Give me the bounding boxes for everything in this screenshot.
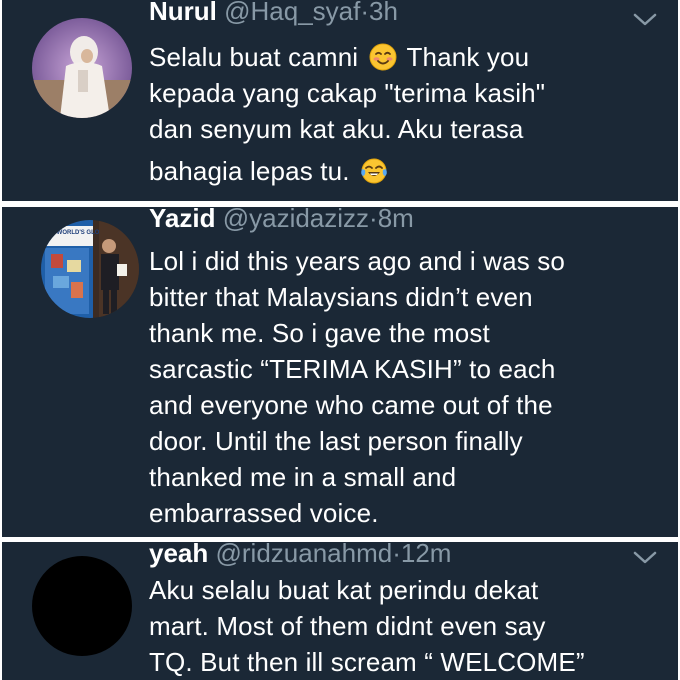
- tweet-line: and everyone who came out of the: [149, 390, 553, 420]
- chevron-down-icon[interactable]: [632, 10, 658, 28]
- tweet-yeah[interactable]: yeah @ridzuanahmd·12m Aku selalu buat ka…: [2, 542, 678, 680]
- tweet-header: yeah @ridzuanahmd·12m: [149, 542, 451, 570]
- tears-of-joy-emoji: [361, 158, 387, 184]
- tweet-header: Nurul @Haq_syaf·3h: [149, 0, 398, 28]
- tweet-text: Lol i did this years ago and i was so bi…: [149, 243, 659, 531]
- tweet-line: kepada yang cakap "terima kasih": [149, 78, 546, 108]
- user-handle[interactable]: @yazidazizz: [223, 207, 369, 233]
- display-name[interactable]: yeah: [149, 542, 208, 568]
- tweet-line: mart. Most of them didnt even say: [149, 611, 546, 641]
- avatar[interactable]: [32, 556, 132, 656]
- avatar[interactable]: THE WORLD'S GLOBAL UNITED: [41, 220, 139, 318]
- avatar[interactable]: [32, 18, 132, 118]
- display-name[interactable]: Yazid: [149, 207, 215, 233]
- tweet-text: Selalu buat camni Thank you kepada yang …: [149, 39, 659, 189]
- avatar-photo: THE WORLD'S GLOBAL UNITED: [41, 220, 139, 318]
- timestamp[interactable]: 3h: [369, 0, 398, 26]
- avatar-photo: [32, 18, 132, 118]
- tweet-line: Aku selalu buat kat perindu dekat: [149, 575, 539, 605]
- tweet-line: Selalu buat camni Thank you: [149, 42, 530, 72]
- tweet-line: embarrassed voice.: [149, 498, 379, 528]
- tweet-line: bitter that Malaysians didn’t even: [149, 282, 533, 312]
- tweet-text: Aku selalu buat kat perindu dekat mart. …: [149, 572, 659, 680]
- separator-dot: ·: [369, 207, 378, 233]
- chevron-down-icon[interactable]: [632, 548, 658, 566]
- user-handle[interactable]: @ridzuanahmd: [216, 542, 393, 568]
- tweet-line: sarcastic “TERIMA KASIH” to each: [149, 354, 556, 384]
- separator-dot: ·: [392, 542, 401, 568]
- display-name[interactable]: Nurul: [149, 0, 217, 26]
- user-handle[interactable]: @Haq_syaf: [224, 0, 360, 26]
- tweet-nurul[interactable]: Nurul @Haq_syaf·3h Selalu buat camni Tha…: [2, 0, 678, 201]
- timestamp[interactable]: 8m: [378, 207, 414, 233]
- tweet-line: thank me. So i gave the most: [149, 318, 490, 348]
- tweet-line: bahagia lepas tu.: [149, 153, 659, 189]
- timestamp[interactable]: 12m: [401, 542, 452, 568]
- tweet-line: door. Until the last person finally: [149, 426, 523, 456]
- tweet-line: TQ. But then ill scream “ WELCOME”: [149, 647, 585, 677]
- tweet-header: Yazid @yazidazizz·8m: [149, 207, 414, 235]
- blushing-smile-emoji: [369, 43, 397, 71]
- tweet-yazid[interactable]: THE WORLD'S GLOBAL UNITED Yazid @yazidaz…: [2, 207, 678, 537]
- tweet-line: dan senyum kat aku. Aku terasa: [149, 114, 524, 144]
- separator-dot: ·: [360, 0, 370, 26]
- tweet-line: thanked me in a small and: [149, 462, 457, 492]
- tweet-line: Lol i did this years ago and i was so: [149, 246, 566, 276]
